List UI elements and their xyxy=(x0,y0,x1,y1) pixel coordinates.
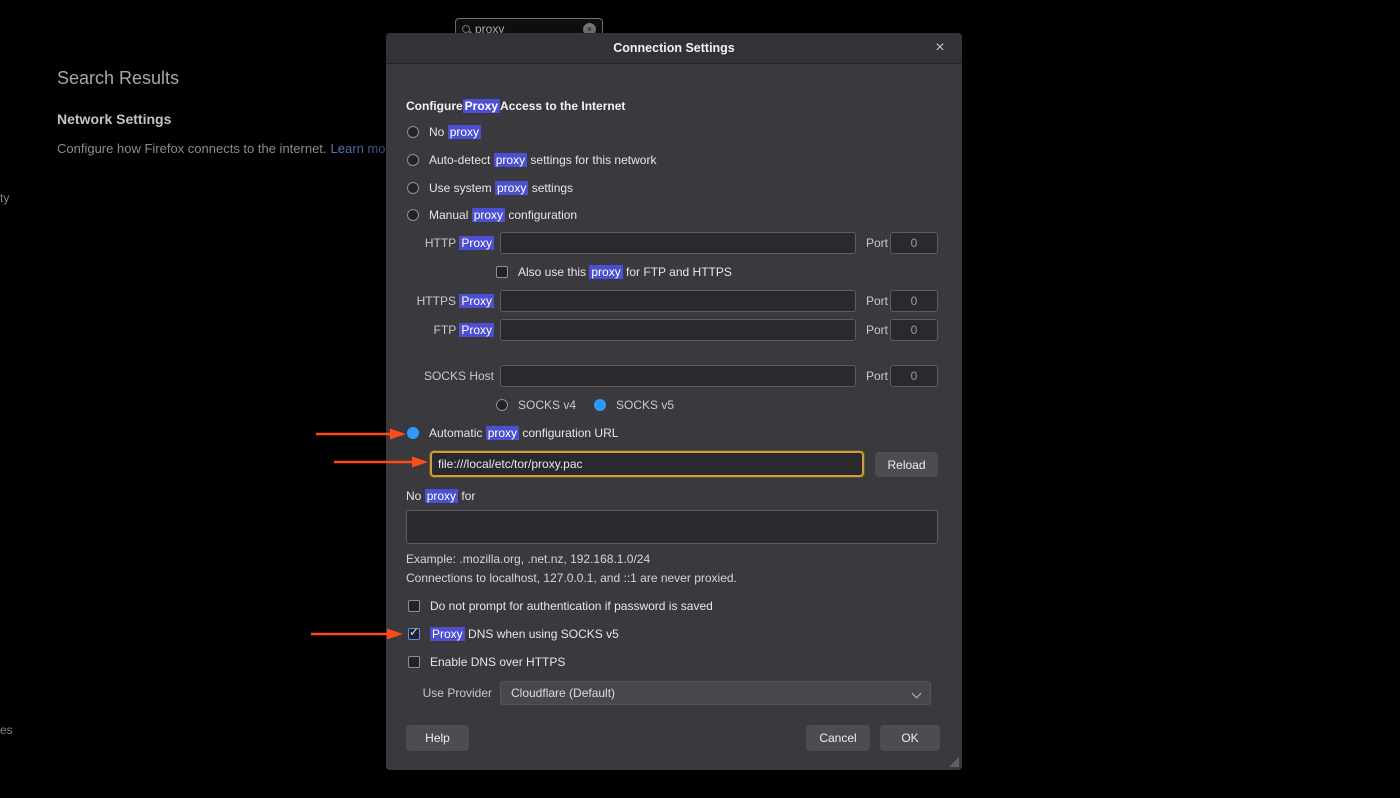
socks-host-row: SOCKS Host Port xyxy=(386,364,962,388)
radio-no-proxy[interactable] xyxy=(407,126,419,138)
localhost-note: Connections to localhost, 127.0.0.1, and… xyxy=(406,570,982,586)
http-proxy-input[interactable] xyxy=(500,232,856,254)
provider-dropdown[interactable]: Cloudflare (Default) xyxy=(500,681,931,705)
radio-socks-v5[interactable] xyxy=(594,399,606,411)
auto-url-row: Reload xyxy=(386,451,962,477)
no-proxy-for-label: No proxy for xyxy=(406,488,982,504)
ftp-port-input[interactable] xyxy=(890,319,938,341)
label-socks-v5: SOCKS v5 xyxy=(616,398,674,412)
http-proxy-label: HTTP Proxy xyxy=(386,231,494,255)
http-port-label: Port xyxy=(866,231,888,255)
checkbox-also-use-proxy[interactable] xyxy=(496,266,508,278)
https-proxy-input[interactable] xyxy=(500,290,856,312)
annotation-arrow-proxy-dns xyxy=(309,627,403,641)
provider-row: Use Provider Cloudflare (Default) xyxy=(386,681,962,705)
checkbox-no-prompt-auth[interactable] xyxy=(408,600,420,612)
resize-grip-icon[interactable] xyxy=(949,757,959,767)
label-no-proxy: No proxy xyxy=(429,125,481,139)
radio-auto-url[interactable] xyxy=(407,427,419,439)
http-port-input[interactable] xyxy=(890,232,938,254)
help-button[interactable]: Help xyxy=(406,725,469,751)
ftp-proxy-input[interactable] xyxy=(500,319,856,341)
label-dns-https: Enable DNS over HTTPS xyxy=(430,655,565,669)
radio-manual-proxy[interactable] xyxy=(407,209,419,221)
annotation-arrow-url-input xyxy=(332,455,428,469)
network-settings-title: Network Settings xyxy=(57,111,171,127)
provider-value: Cloudflare (Default) xyxy=(511,686,615,700)
checkbox-row-proxy-dns[interactable]: ✓ Proxy DNS when using SOCKS v5 xyxy=(408,626,984,642)
heading-highlight: Proxy xyxy=(463,99,500,113)
checkbox-row-dns-https[interactable]: Enable DNS over HTTPS xyxy=(408,654,984,670)
checkbox-row-no-prompt-auth[interactable]: Do not prompt for authentication if pass… xyxy=(408,598,984,614)
no-proxy-for-row xyxy=(386,510,962,544)
label-proxy-dns: Proxy DNS when using SOCKS v5 xyxy=(430,627,619,641)
no-proxy-for-input[interactable] xyxy=(406,510,938,544)
learn-more-link[interactable]: Learn mor xyxy=(331,141,390,156)
socks-host-label: SOCKS Host xyxy=(386,364,494,388)
radio-socks-v4[interactable] xyxy=(496,399,508,411)
socks-port-label: Port xyxy=(866,364,888,388)
heading-pre: Configure xyxy=(406,99,463,113)
use-provider-label: Use Provider xyxy=(386,681,492,705)
https-proxy-row: HTTPS Proxy Port xyxy=(386,289,962,313)
socks-port-input[interactable] xyxy=(890,365,938,387)
also-use-proxy-row[interactable]: Also use this proxy for FTP and HTTPS xyxy=(496,264,1072,280)
sidebar-label-fragment-bottom: es xyxy=(0,723,13,737)
radio-row-auto-url[interactable]: Automatic proxy configuration URL xyxy=(407,425,983,441)
dialog-title: Connection Settings xyxy=(386,33,962,64)
ftp-proxy-row: FTP Proxy Port xyxy=(386,318,962,342)
radio-row-manual-proxy[interactable]: Manual proxy configuration xyxy=(407,207,983,223)
label-socks-v4: SOCKS v4 xyxy=(518,398,576,412)
radio-system-proxy[interactable] xyxy=(407,182,419,194)
checkbox-dns-https[interactable] xyxy=(408,656,420,668)
dialog-footer: Help Cancel OK xyxy=(386,725,962,751)
reload-button[interactable]: Reload xyxy=(875,452,938,477)
label-no-prompt-auth: Do not prompt for authentication if pass… xyxy=(430,599,713,613)
https-port-input[interactable] xyxy=(890,290,938,312)
socks-host-input[interactable] xyxy=(500,365,856,387)
search-icon xyxy=(462,25,470,33)
checkmark-icon: ✓ xyxy=(409,625,419,639)
label-manual-proxy: Manual proxy configuration xyxy=(429,208,577,222)
radio-row-no-proxy[interactable]: No proxy xyxy=(407,124,983,140)
search-results-title: Search Results xyxy=(57,68,179,89)
close-icon[interactable]: × xyxy=(928,33,952,64)
ok-button[interactable]: OK xyxy=(880,725,940,751)
description-text: Configure how Firefox connects to the in… xyxy=(57,141,327,156)
label-system-proxy: Use system proxy settings xyxy=(429,181,573,195)
radio-auto-detect[interactable] xyxy=(407,154,419,166)
checkbox-proxy-dns[interactable]: ✓ xyxy=(408,628,420,640)
heading-post: Access to the Internet xyxy=(500,99,625,113)
annotation-arrow-auto-url-radio xyxy=(314,427,406,441)
cancel-button[interactable]: Cancel xyxy=(806,725,870,751)
label-also-use-proxy: Also use this proxy for FTP and HTTPS xyxy=(518,265,732,279)
radio-row-system-proxy[interactable]: Use system proxy settings xyxy=(407,180,983,196)
sidebar-label-fragment-top: ty xyxy=(0,191,9,205)
https-proxy-label: HTTPS Proxy xyxy=(386,289,494,313)
dialog-titlebar: Connection Settings × xyxy=(386,33,962,64)
label-auto-url: Automatic proxy configuration URL xyxy=(429,426,618,440)
ftp-port-label: Port xyxy=(866,318,888,342)
ftp-proxy-label: FTP Proxy xyxy=(386,318,494,342)
label-auto-detect: Auto-detect proxy settings for this netw… xyxy=(429,153,656,167)
network-settings-description: Configure how Firefox connects to the in… xyxy=(57,141,390,156)
radio-row-auto-detect[interactable]: Auto-detect proxy settings for this netw… xyxy=(407,152,983,168)
http-proxy-row: HTTP Proxy Port xyxy=(386,231,962,255)
connection-settings-dialog: Connection Settings × Configure Proxy Ac… xyxy=(386,33,962,770)
socks-version-row: SOCKS v4 SOCKS v5 xyxy=(496,397,1072,413)
auto-url-input[interactable] xyxy=(430,451,864,477)
https-port-label: Port xyxy=(866,289,888,313)
dialog-heading: Configure Proxy Access to the Internet xyxy=(406,98,982,114)
chevron-down-icon xyxy=(912,689,922,699)
example-line: Example: .mozilla.org, .net.nz, 192.168.… xyxy=(406,551,982,567)
